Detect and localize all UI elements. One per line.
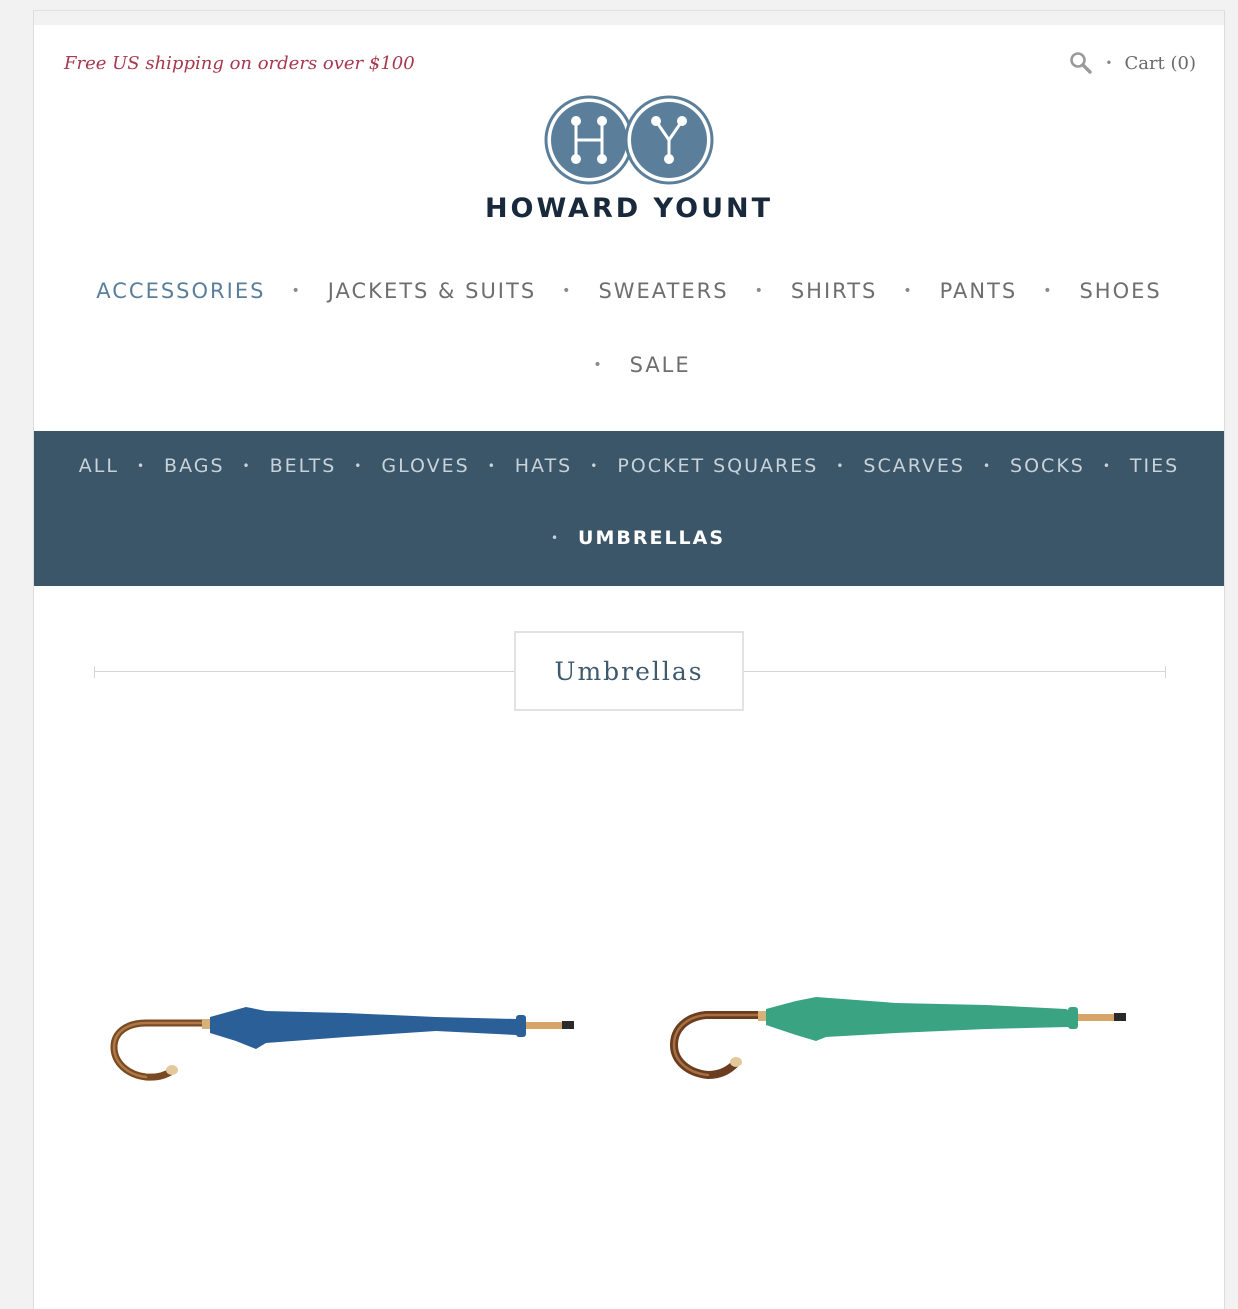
nav-separator: •	[1043, 283, 1054, 299]
heading-rule-cap-left	[94, 666, 95, 678]
nav-separator: •	[754, 283, 765, 299]
subnav-separator: •	[836, 459, 846, 473]
subnav-separator: •	[242, 459, 252, 473]
subnav-label: ALL	[78, 455, 119, 477]
subnav-label: UMBRELLAS	[578, 527, 726, 549]
nav-separator: •	[291, 283, 302, 299]
subnav-item-socks[interactable]: • SOCKS	[965, 455, 1085, 477]
logo[interactable]: HOWARD YOUNT	[34, 93, 1224, 224]
main-nav-label: SHIRTS	[790, 279, 878, 303]
subnav-label: BELTS	[269, 455, 337, 477]
subnav-separator: •	[550, 531, 561, 545]
umbrella-image	[669, 997, 1126, 1080]
subnav-separator: •	[136, 459, 147, 473]
heading-rule-cap-right	[1165, 666, 1166, 678]
main-nav-label: SHOES	[1079, 279, 1162, 303]
main-nav-label: PANTS	[939, 279, 1018, 303]
nav-separator: •	[903, 283, 914, 299]
product-card[interactable]	[106, 771, 626, 1291]
accessories-subnav: ALL • BAGS • BELTS • GLOVES • HATS • POC…	[34, 431, 1224, 586]
subnav-item-all[interactable]: ALL	[79, 455, 119, 477]
page: Free US shipping on orders over $100 • C…	[33, 10, 1225, 1309]
subnav-separator: •	[1102, 459, 1112, 473]
utility-separator: •	[1105, 56, 1113, 70]
subnav-label: POCKET SQUARES	[617, 455, 819, 477]
nav-separator: •	[593, 357, 604, 373]
umbrella-image	[110, 1007, 574, 1081]
main-navigation: ACCESSORIES • JACKETS & SUITS • SWEATERS…	[74, 279, 1184, 377]
subnav-item-umbrellas[interactable]: • UMBRELLAS	[533, 527, 725, 549]
main-nav-item-jackets-suits[interactable]: • JACKETS & SUITS	[265, 279, 536, 303]
subnav-label: GLOVES	[381, 455, 470, 477]
subnav-item-hats[interactable]: • HATS	[470, 455, 573, 477]
top-strip	[34, 11, 1224, 25]
main-nav-item-shoes[interactable]: • SHOES	[1017, 279, 1162, 303]
main-nav-label: ACCESSORIES	[96, 279, 266, 303]
collection-heading: Umbrellas	[94, 631, 1166, 713]
main-nav-label: SWEATERS	[598, 279, 729, 303]
search-icon[interactable]	[1069, 51, 1093, 75]
main-nav-item-sale[interactable]: • SALE	[567, 353, 690, 377]
shipping-promo: Free US shipping on orders over $100	[64, 53, 415, 74]
subnav-label: SCARVES	[863, 455, 965, 477]
main-nav-label: SALE	[629, 353, 691, 377]
subnav-item-scarves[interactable]: • SCARVES	[818, 455, 965, 477]
subnav-item-belts[interactable]: • BELTS	[225, 455, 337, 477]
subnav-item-gloves[interactable]: • GLOVES	[336, 455, 469, 477]
product-card[interactable]	[666, 771, 1186, 1291]
subnav-item-pocket-squares[interactable]: • POCKET SQUARES	[572, 455, 818, 477]
utility-bar: • Cart (0)	[1069, 51, 1196, 75]
subnav-separator: •	[354, 459, 364, 473]
logo-wordmark: HOWARD YOUNT	[484, 193, 774, 224]
logo-monogram	[544, 95, 714, 185]
subnav-label: HATS	[514, 455, 573, 477]
subnav-separator: •	[982, 459, 993, 473]
subnav-item-ties[interactable]: • TIES	[1085, 455, 1179, 477]
main-nav-item-pants[interactable]: • PANTS	[877, 279, 1017, 303]
subnav-label: TIES	[1129, 455, 1180, 477]
cart-link[interactable]: Cart (0)	[1124, 53, 1196, 74]
subnav-label: SOCKS	[1010, 455, 1085, 477]
nav-separator: •	[562, 283, 573, 299]
subnav-item-bags[interactable]: • BAGS	[119, 455, 225, 477]
main-nav-label: JACKETS & SUITS	[327, 279, 537, 303]
subnav-separator: •	[487, 459, 497, 473]
subnav-label: BAGS	[164, 455, 225, 477]
main-nav-item-accessories[interactable]: ACCESSORIES	[96, 279, 265, 303]
main-nav-item-sweaters[interactable]: • SWEATERS	[536, 279, 728, 303]
subnav-separator: •	[590, 459, 600, 473]
main-nav-item-shirts[interactable]: • SHIRTS	[729, 279, 878, 303]
collection-title: Umbrellas	[514, 631, 744, 711]
